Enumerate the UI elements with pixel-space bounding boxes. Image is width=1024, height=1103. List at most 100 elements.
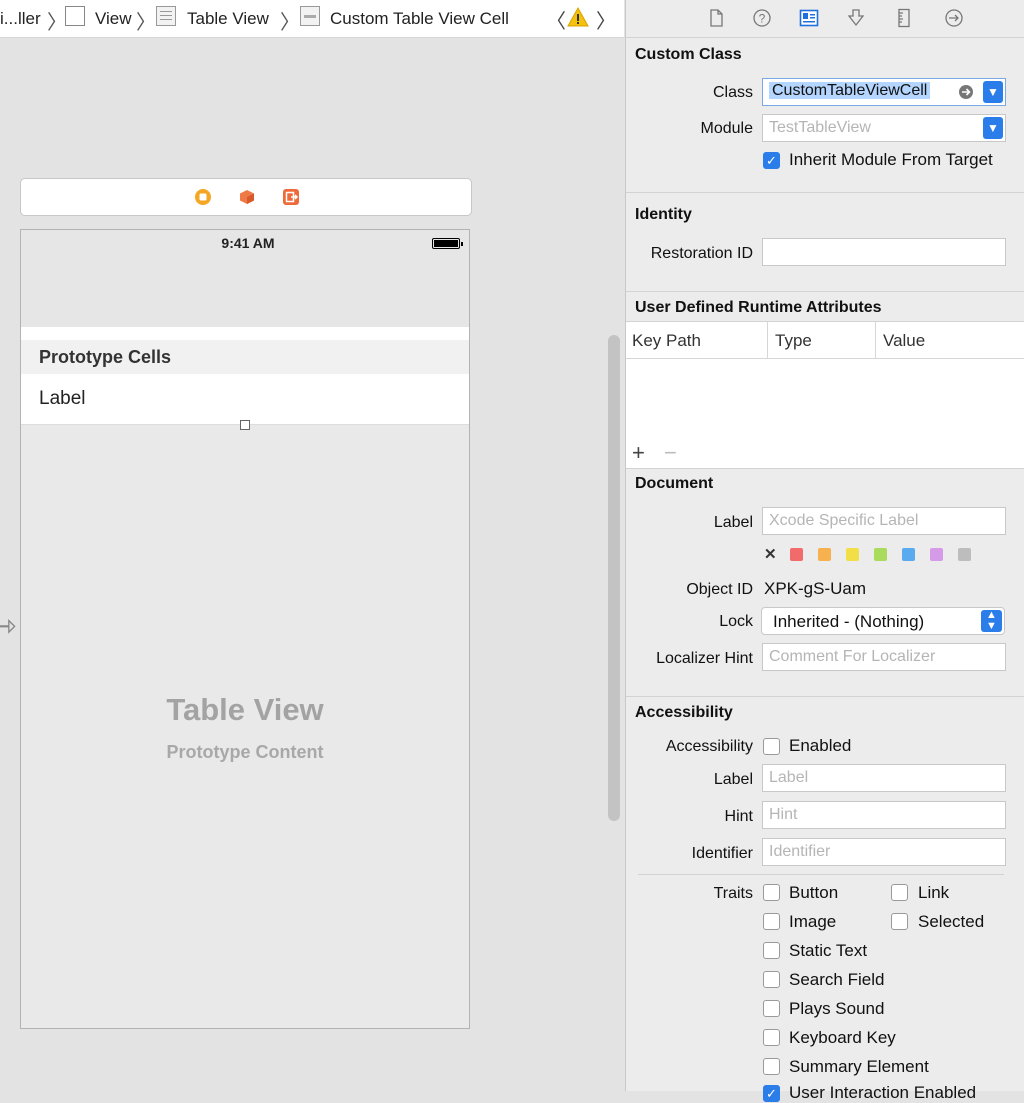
- resize-handle[interactable]: [240, 420, 250, 430]
- color-swatch-red[interactable]: [790, 548, 803, 561]
- identity-inspector-icon[interactable]: [799, 8, 819, 28]
- trait-link-checkbox[interactable]: [891, 884, 908, 901]
- breadcrumb-item-custom-cell[interactable]: Custom Table View Cell: [330, 9, 509, 29]
- column-header-value[interactable]: Value: [883, 331, 925, 351]
- header-divider: [626, 358, 1024, 359]
- color-swatch-blue[interactable]: [902, 548, 915, 561]
- color-swatch-purple[interactable]: [930, 548, 943, 561]
- prototype-cell[interactable]: Label: [21, 374, 469, 425]
- table-cell-icon: [300, 6, 320, 26]
- trait-keyboard-key-checkbox[interactable]: [763, 1029, 780, 1046]
- exit-icon[interactable]: [283, 189, 299, 205]
- identity-title: Identity: [635, 206, 692, 223]
- restoration-id-label: Restoration ID: [650, 245, 753, 262]
- trait-button-label: Button: [789, 883, 839, 902]
- traits-label: Traits: [713, 885, 753, 902]
- file-inspector-icon[interactable]: [706, 8, 726, 28]
- color-swatch-yellow[interactable]: [846, 548, 859, 561]
- accessibility-enabled-checkbox[interactable]: [763, 738, 780, 755]
- chevron-right-icon[interactable]: 〉: [596, 5, 616, 34]
- document-label-label: Label: [713, 514, 753, 531]
- section-header[interactable]: Prototype Cells: [21, 340, 469, 374]
- lock-popup-button[interactable]: Inherited - (Nothing) ▲ ▼: [761, 607, 1005, 635]
- trait-static-text-checkbox[interactable]: [763, 942, 780, 959]
- object-id-value: XPK-gS-Uam: [764, 579, 867, 598]
- restoration-id-field[interactable]: [762, 238, 1006, 266]
- breadcrumb-item-view[interactable]: View: [95, 9, 132, 29]
- runtime-attributes-table[interactable]: Key Path Type Value + −: [626, 321, 1024, 469]
- clear-color-button[interactable]: ✕: [764, 545, 777, 563]
- chevron-up-down-icon: ▲ ▼: [981, 610, 1002, 632]
- trait-summary-element-checkbox[interactable]: [763, 1058, 780, 1075]
- add-attribute-button[interactable]: +: [632, 440, 645, 466]
- entry-point-arrow-icon[interactable]: ⇾: [0, 606, 17, 646]
- divider: [626, 291, 1024, 292]
- trait-link-label: Link: [918, 883, 950, 902]
- connections-inspector-icon[interactable]: [944, 8, 964, 28]
- hint-field[interactable]: Hint: [762, 801, 1006, 829]
- document-label-field[interactable]: Xcode Specific Label: [762, 507, 1006, 535]
- divider: [626, 696, 1024, 697]
- class-combo-field[interactable]: CustomTableViewCell ▼: [762, 78, 1006, 106]
- trait-button-checkbox[interactable]: [763, 884, 780, 901]
- column-separator: [875, 322, 876, 358]
- trait-summary-element-label: Summary Element: [789, 1057, 929, 1076]
- column-header-key-path[interactable]: Key Path: [632, 331, 701, 351]
- battery-icon: [432, 238, 463, 249]
- cell-label[interactable]: Label: [39, 388, 86, 410]
- color-swatch-orange[interactable]: [818, 548, 831, 561]
- trait-search-field-checkbox[interactable]: [763, 971, 780, 988]
- chevron-down-icon[interactable]: ▼: [983, 81, 1003, 103]
- view-icon: [65, 6, 85, 26]
- table-view-placeholder-subtitle: Prototype Content: [166, 742, 324, 762]
- chevron-down-icon[interactable]: ▼: [983, 117, 1003, 139]
- attributes-inspector-icon[interactable]: [846, 8, 866, 28]
- quick-help-icon[interactable]: ?: [752, 8, 772, 28]
- iphone-scene[interactable]: 9:41 AM Prototype Cells Label Table View…: [20, 229, 470, 1029]
- inherit-module-checkbox[interactable]: ✓: [763, 152, 780, 169]
- color-swatch-green[interactable]: [874, 548, 887, 561]
- column-separator: [767, 322, 768, 358]
- localizer-hint-label: Localizer Hint: [656, 650, 753, 667]
- first-responder-icon[interactable]: [239, 189, 255, 205]
- size-inspector-icon[interactable]: [894, 8, 914, 28]
- chevron-left-icon[interactable]: 〈: [546, 5, 566, 34]
- warning-icon[interactable]: [567, 7, 589, 27]
- hint-label: Hint: [724, 808, 753, 825]
- trait-search-field-label: Search Field: [789, 970, 885, 989]
- accessibility-enabled-label: Enabled: [789, 736, 852, 755]
- accessibility-label: Accessibility: [665, 738, 753, 755]
- breadcrumb-item-table-view[interactable]: Table View: [187, 9, 269, 29]
- lock-value: Inherited - (Nothing): [773, 612, 925, 631]
- accessibility-label-field[interactable]: Label: [762, 764, 1006, 792]
- module-combo-field[interactable]: TestTableView ▼: [762, 114, 1006, 142]
- canvas-scrollbar[interactable]: [608, 335, 620, 821]
- class-value[interactable]: CustomTableViewCell: [769, 82, 931, 99]
- class-label: Class: [712, 84, 753, 101]
- table-top-spacer: [21, 327, 469, 340]
- jump-bar: i...ller 〉 View 〉 Table View 〉 Custom Ta…: [0, 0, 624, 38]
- trait-image-label: Image: [789, 912, 837, 931]
- column-header-type[interactable]: Type: [775, 331, 812, 351]
- runtime-attributes-title: User Defined Runtime Attributes: [635, 299, 882, 316]
- trait-plays-sound-checkbox[interactable]: [763, 1000, 780, 1017]
- table-view-icon: [156, 6, 176, 26]
- localizer-hint-field[interactable]: Comment For Localizer: [762, 643, 1006, 671]
- trait-static-text-label: Static Text: [789, 941, 868, 960]
- table-view-placeholder-title: Table View: [166, 692, 324, 727]
- remove-attribute-button[interactable]: −: [664, 440, 677, 466]
- color-swatch-gray[interactable]: [958, 548, 971, 561]
- trait-selected-label: Selected: [918, 912, 985, 931]
- module-placeholder: TestTableView: [769, 119, 871, 136]
- section-header-title: Prototype Cells: [39, 347, 172, 367]
- storyboard-canvas: 9:41 AM Prototype Cells Label Table View…: [0, 38, 604, 1091]
- view-controller-icon[interactable]: [195, 189, 211, 205]
- trait-selected-checkbox[interactable]: [891, 913, 908, 930]
- navigate-arrow-icon[interactable]: [958, 84, 974, 100]
- trait-image-checkbox[interactable]: [763, 913, 780, 930]
- breadcrumb-item-view-controller[interactable]: i...ller: [0, 9, 41, 29]
- identifier-field[interactable]: Identifier: [762, 838, 1006, 866]
- document-title: Document: [635, 475, 714, 492]
- trait-user-interaction-checkbox[interactable]: ✓: [763, 1085, 780, 1102]
- chevron-right-icon: 〉: [47, 12, 67, 34]
